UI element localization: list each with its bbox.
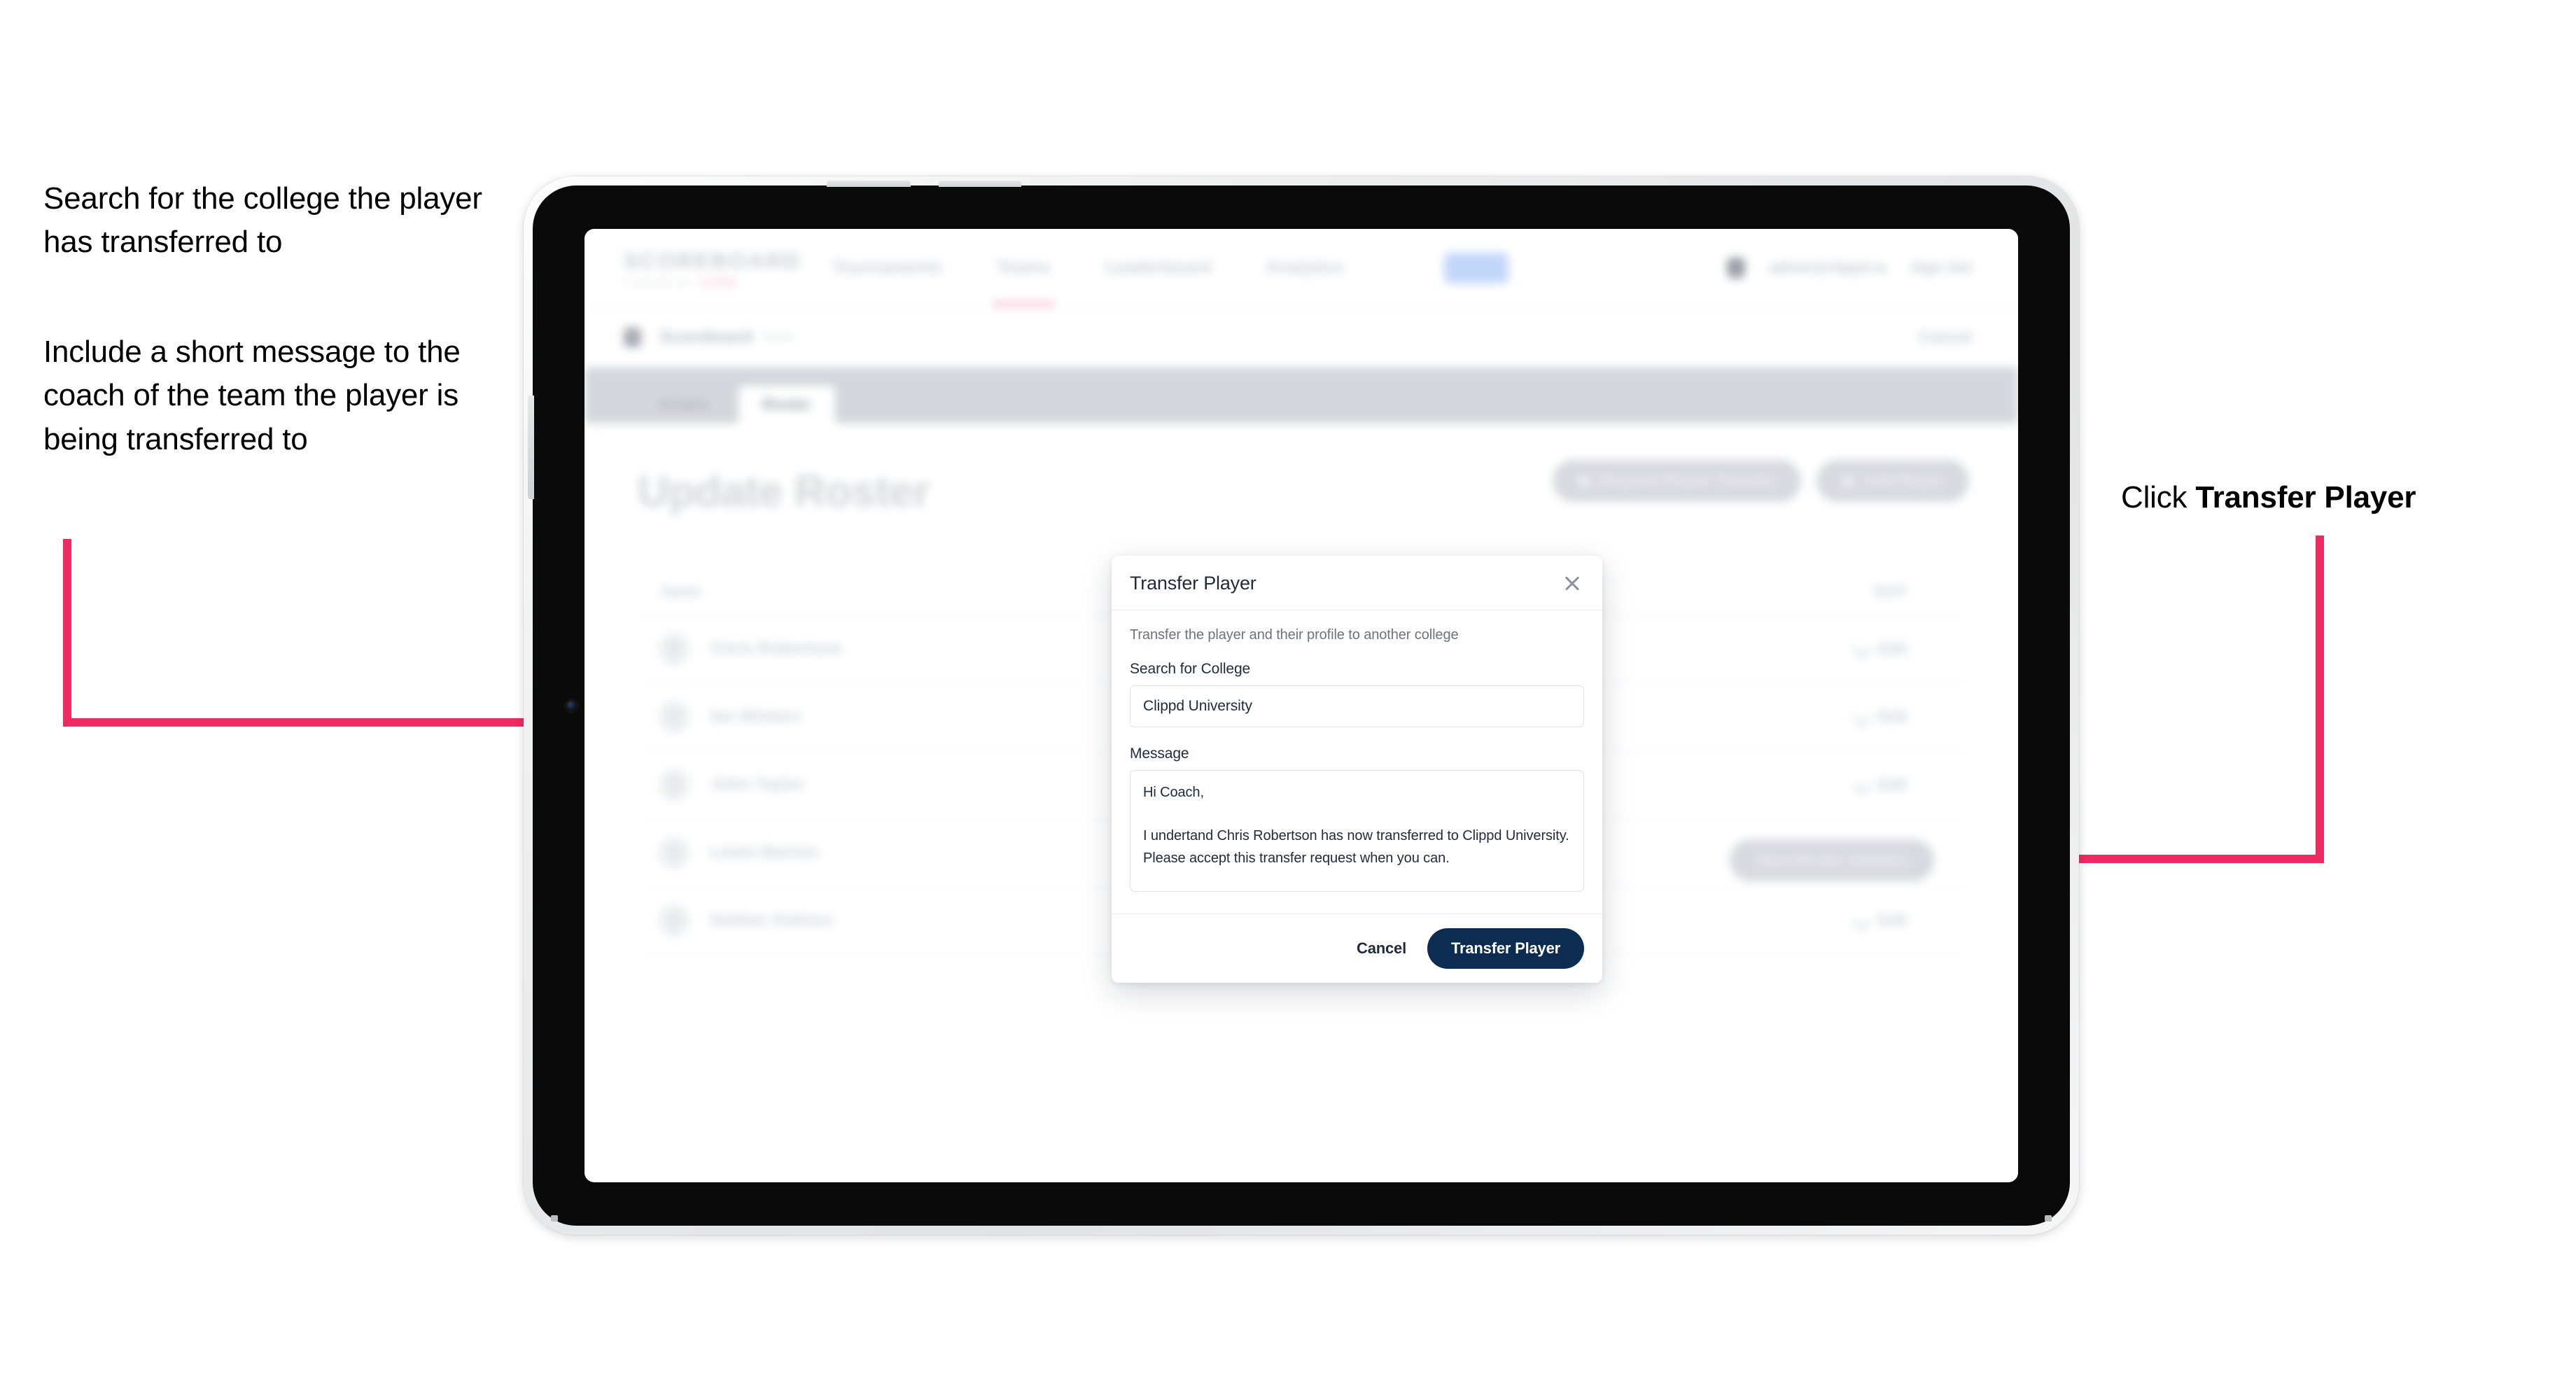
annotation-search-college: Search for the college the player has tr… [43,181,482,260]
close-icon[interactable] [1560,571,1584,595]
transfer-icon [1578,475,1590,487]
player-avatar [659,769,690,800]
save-roster-updates-button[interactable]: Save Roster Updates [1729,839,1934,881]
tab-roster[interactable]: Roster [738,386,835,424]
avatar[interactable] [1726,257,1745,279]
nav-beta-badge: Beta [1444,252,1509,284]
screenshot-canvas: Search for the college the player has tr… [0,0,2576,1386]
search-college-input[interactable] [1130,685,1584,727]
breadcrumb-cancel-link[interactable]: Cancel [1919,328,1972,346]
request-player-transfer-button[interactable]: Request Player Transfer [1553,460,1802,502]
dialog-header: Transfer Player [1112,556,1602,610]
row-edit-action[interactable]: Edit [1852,774,1907,795]
app-logo-brand: CLIPPD [699,276,737,288]
save-roster-pill[interactable]: Save Roster Updates [1729,839,1934,881]
tablet-device: SCOREBOARD POWERED BY CLIPPD Tournaments… [524,176,2079,1235]
speaker-left-icon [551,1215,558,1222]
row-edit-action[interactable]: Edit [1852,706,1907,727]
pencil-icon [1852,638,1872,659]
dialog-footer: Cancel Transfer Player [1112,913,1602,983]
tab-details[interactable]: Details [635,386,733,424]
player-avatar [659,701,690,732]
row-edit-action[interactable]: Edit [1852,910,1907,931]
annotation-click-prefix: Click [2121,480,2196,514]
plus-icon [1842,475,1854,487]
side-button-icon [528,396,534,499]
player-name: Ian Winters [710,707,802,726]
player-avatar [659,634,690,664]
save-roster-label: Save Roster Updates [1754,851,1909,869]
pencil-icon [1852,706,1872,727]
app-logo[interactable]: SCOREBOARD POWERED BY CLIPPD [624,248,802,288]
app-topbar: SCOREBOARD POWERED BY CLIPPD Tournaments… [584,229,2018,307]
breadcrumb-sub-label: Teams [761,330,794,343]
nav-item-tournaments[interactable]: Tournaments [832,229,942,307]
app-logo-subtext: POWERED BY CLIPPD [624,277,785,288]
request-player-transfer-label: Request Player Transfer [1600,472,1777,489]
message-label: Message [1130,746,1189,762]
nav-item-leaderboard[interactable]: Leaderboard [1105,229,1211,307]
column-header-edit: EDIT [1874,584,1907,600]
sign-out-link[interactable]: Sign Out [1911,260,1973,276]
dialog-body: Transfer the player and their profile to… [1112,610,1602,913]
player-avatar [659,837,690,868]
app-tabs: Details Roster [584,368,2018,424]
pencil-icon [1852,774,1872,795]
row-edit-label: Edit [1878,708,1907,725]
row-edit-label: Edit [1878,776,1907,793]
row-edit-label: Edit [1878,911,1907,929]
player-name: Nathan Holmes [710,911,833,930]
app-nav: Tournaments Teams Leaderboard Analytics … [832,229,1509,307]
breadcrumb-icon [624,327,641,347]
player-name: Lewis Barnes [710,843,819,862]
breadcrumb: Scoreboard Teams Cancel [584,307,2018,368]
add-player-button[interactable]: Add Player [1816,460,1969,502]
annotation-click-transfer: Click Transfer Player [2121,476,2555,519]
annotation-click-target: Transfer Player [2195,480,2416,514]
tablet-screen: SCOREBOARD POWERED BY CLIPPD Tournaments… [584,229,2018,1182]
volume-button-icon [939,181,1021,187]
front-camera-icon [566,701,577,711]
annotation-include-message: Include a short message to the coach of … [43,335,461,456]
add-player-label: Add Player [1863,472,1944,489]
power-button-icon [827,181,911,187]
dialog-subtitle: Transfer the player and their profile to… [1130,627,1459,643]
row-edit-action[interactable]: Edit [1852,638,1907,659]
app-logo-powered-by: POWERED BY [624,276,693,288]
cancel-button[interactable]: Cancel [1354,934,1409,963]
nav-item-analytics[interactable]: Analytics [1266,229,1343,307]
app-logo-text: SCOREBOARD [624,248,802,273]
dialog-title: Transfer Player [1130,572,1256,594]
message-textarea[interactable] [1130,770,1584,892]
breadcrumb-label[interactable]: Scoreboard [659,328,752,347]
user-email: admin@clippd.io [1768,259,1887,276]
search-college-label: Search for College [1130,661,1251,677]
speaker-right-icon [2045,1215,2052,1222]
nav-item-teams[interactable]: Teams [992,229,1056,307]
row-edit-label: Edit [1878,640,1907,657]
player-name: John Taylor [710,775,805,794]
player-avatar [659,905,690,936]
pencil-icon [1852,910,1872,931]
transfer-player-dialog: Transfer Player Transfer the player and … [1112,556,1602,983]
app-topbar-right: admin@clippd.io Sign Out [1726,257,1973,279]
transfer-player-button[interactable]: Transfer Player [1427,928,1584,969]
player-name: Chris Robertson [710,639,843,658]
tablet-bezel: SCOREBOARD POWERED BY CLIPPD Tournaments… [528,181,2070,1226]
page-actions: Request Player Transfer Add Player [1553,460,1969,502]
